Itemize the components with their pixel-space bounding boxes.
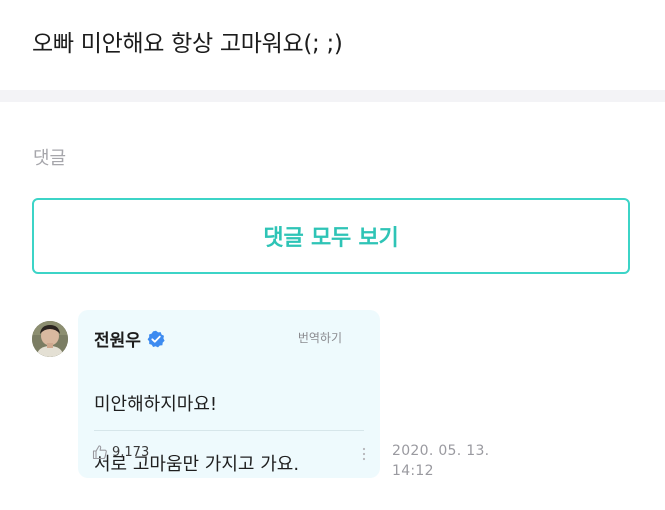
view-all-comments-button[interactable]: 댓글 모두 보기 — [32, 198, 630, 274]
thumbs-up-icon — [92, 444, 108, 460]
post-title: 오빠 미안해요 항상 고마워요(; ;) — [32, 31, 343, 57]
comment-time: 14:12 — [392, 463, 434, 479]
comment-date: 2020. 05. 13. — [392, 443, 490, 459]
comment-author-row: 전원우 — [94, 326, 165, 351]
avatar-photo — [32, 321, 68, 357]
avatar[interactable] — [32, 321, 68, 357]
comment-timestamp: 2020. 05. 13. 14:12 — [392, 441, 489, 481]
comment-divider — [94, 430, 364, 431]
translate-button[interactable]: 번역하기 — [298, 329, 342, 346]
section-divider — [0, 90, 665, 102]
comment-bubble: 전원우 번역하기 미안해하지마요! 서로 고마움만 가지고 가요. 9,173 — [78, 310, 380, 478]
more-vertical-icon[interactable] — [362, 446, 366, 462]
like-button[interactable]: 9,173 — [92, 444, 149, 460]
comment-author-name[interactable]: 전원우 — [94, 326, 141, 351]
verified-badge-icon — [147, 330, 165, 348]
like-count: 9,173 — [112, 444, 150, 460]
comments-section-label: 댓글 — [33, 148, 67, 169]
comment-text-line-1: 미안해하지마요! — [94, 394, 218, 415]
comment-text: 미안해하지마요! 서로 고마움만 가지고 가요. — [94, 360, 299, 510]
